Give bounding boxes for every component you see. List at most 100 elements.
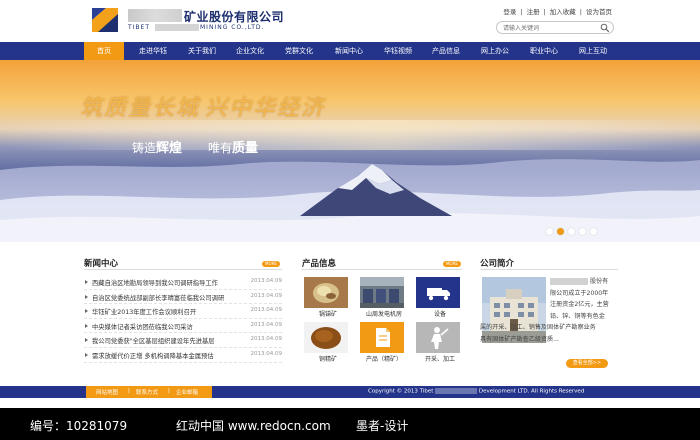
news-divider [84,269,282,270]
slider-dot[interactable] [546,228,553,235]
machine-room-photo [360,277,404,308]
product-card[interactable]: 开采、加工 [416,322,460,363]
slider-dot[interactable] [579,228,586,235]
news-item[interactable]: 我公司党委获"全区基层组织建设年先进基层 2013.04.09 [84,333,282,348]
nav-products[interactable]: 产品信息 [422,42,470,60]
product-label: 产品（精矿） [365,356,402,363]
nav-office[interactable]: 网上办公 [470,42,520,60]
site-footer: 网站地图 | 联系方式 | 企业邮箱 Copyright © 2013 Tibe… [0,386,700,398]
banner-image [0,60,700,242]
separator: | [168,388,170,394]
slider-dot[interactable] [590,228,597,235]
news-item-title[interactable]: 华钰矿业2013年度工作会议顺利召开 [92,307,196,316]
news-item-date: 2013.04.09 [250,336,283,343]
separator: | [543,8,546,16]
news-list: 西藏自治区地勘局领导到我公司调研指导工作 2013.04.09 自治区党委统战部副… [84,275,282,363]
news-item-date: 2013.04.09 [250,350,283,357]
company-intro-line: 注册资金2亿元，主营 [550,301,609,309]
product-card[interactable]: 产品（精矿） [360,322,404,363]
products-more-badge[interactable]: MORE [443,261,461,267]
add-favorite-link[interactable]: 加入收藏 [548,8,578,16]
sub1-bold: 辉煌 [156,141,183,156]
bullet-icon [85,352,88,357]
company-divider [480,269,618,270]
news-item[interactable]: 自治区党委统战部副部长李晴富莅临我公司调研 2013.04.09 [84,290,282,305]
news-item-title[interactable]: 我公司党委获"全区基层组织建设年先进基层 [92,336,215,345]
nav-about-us[interactable]: 关于我们 [178,42,226,60]
bullet-icon [85,280,88,284]
nav-news[interactable]: 新闻中心 [324,42,374,60]
product-card[interactable]: 设备 [416,277,460,318]
logo-company-name: 矿业股份有限公司 [184,10,285,24]
product-card[interactable]: 山周发电机房 [360,277,404,318]
products-divider [302,269,462,270]
main-nav: 首页 走进华钰 关于我们 企业文化 党群文化 新闻中心 华钰视频 产品信息 网上… [0,42,700,60]
banner-subtitle-1: 铸造辉煌 [132,137,182,156]
footer-links: 网站地图 | 联系方式 | 企业邮箱 [86,386,212,398]
news-item-title[interactable]: 西藏自治区地勘局领导到我公司调研指导工作 [92,278,218,287]
news-item-title[interactable]: 中央媒体记者采访团莅临我公司采访 [92,322,193,331]
nav-about-huayu[interactable]: 走进华钰 [128,42,178,60]
watermark-bar: 编号：10281079 红动中国 www.redocn.com 墨者-设计 [0,408,700,440]
news-item[interactable]: 中央媒体记者采访团莅临我公司采访 2013.04.09 [84,319,282,334]
bullet-icon [85,323,88,328]
nav-party-culture[interactable]: 党群文化 [274,42,324,60]
company-intro-text: 股份有 限公司成立于2000年 注册资金2亿元，主营 铅、锌、铜等有色金 [550,276,618,323]
nav-career[interactable]: 职业中心 [520,42,568,60]
news-item[interactable]: 西藏自治区地勘局领导到我公司调研指导工作 2013.04.09 [84,275,282,290]
login-link[interactable]: 登录 [501,8,518,16]
contact-link[interactable]: 联系方式 [136,388,158,396]
search-input[interactable] [503,23,598,33]
document-icon [360,322,404,353]
news-item[interactable]: 需求放缓代价正增 多机构调降基本金属预估 2013.04.09 [84,348,282,363]
top-links: 登录 | 注册 | 加入收藏 | 设为首页 [501,6,614,16]
register-link[interactable]: 注册 [525,8,542,16]
company-intro-line: 属的开采、加工、销售及固体矿产勘察业务 [480,324,596,331]
slider-dots [546,228,601,237]
set-homepage-link[interactable]: 设为首页 [584,8,614,16]
product-label: 铜精矿 [318,356,337,363]
news-item-date: 2013.04.09 [250,278,283,284]
news-item[interactable]: 华钰矿业2013年度工作会议顺利召开 2013.04.09 [84,304,282,319]
news-item-date: 2013.04.09 [250,321,283,328]
nav-interaction[interactable]: 网上互动 [568,42,618,60]
company-intro-line: 股份有 [550,276,618,288]
news-item-date: 2013.04.09 [250,307,283,314]
company-name-redacted [550,277,588,285]
watermark-author: 墨者-设计 [356,419,409,433]
banner-slogan-2: 兴中华经济 [205,96,326,121]
bullet-icon [85,338,88,343]
sub1-prefix: 铸造 [132,141,157,155]
nav-culture[interactable]: 企业文化 [226,42,274,60]
logo-icon[interactable] [92,8,118,32]
news-item-title[interactable]: 自治区党委统战部副部长李晴富莅临我公司调研 [92,293,224,302]
company-intro-line: 具有固体矿产勘查乙级资质... [480,335,559,343]
copyright: Copyright © 2013 Tibet Development LTD. … [368,388,585,395]
products-section-title: 产品信息 [302,259,337,269]
product-card[interactable]: 铜精矿 [304,322,348,363]
copyright-redacted [435,388,478,394]
search-icon[interactable] [600,23,610,33]
product-label: 山周发电机房 [365,311,402,318]
sitemap-link[interactable]: 网站地图 [96,388,118,396]
sub2-bold: 质量 [232,141,259,156]
product-card[interactable]: 锅锑矿 [304,277,348,318]
slider-dot-active[interactable] [557,228,564,235]
worker-icon [416,322,460,353]
view-all-button[interactable]: 查看全部>> [566,359,608,368]
nav-home[interactable]: 首页 [84,42,124,60]
news-item-title[interactable]: 需求放缓代价正增 多机构调降基本金属预估 [92,351,214,360]
banner-slogan-1: 筑质量长城 [80,96,201,121]
email-link[interactable]: 企业邮箱 [176,388,198,396]
slider-dot[interactable] [568,228,575,235]
nav-video[interactable]: 华钰视频 [374,42,422,60]
search-box [496,21,614,34]
product-label: 开采、加工 [424,356,455,363]
news-more-badge[interactable]: MORE [262,261,280,267]
product-label: 设备 [433,311,446,318]
logo-en-redacted [155,24,199,31]
company-intro-continued: 属的开采、加工、销售及固体矿产勘察业务 具有固体矿产勘查乙级资质... [480,322,620,345]
logo-en-prefix: TIBET [128,24,151,31]
logo-name-redacted [128,9,182,22]
ore-photo [304,277,348,308]
